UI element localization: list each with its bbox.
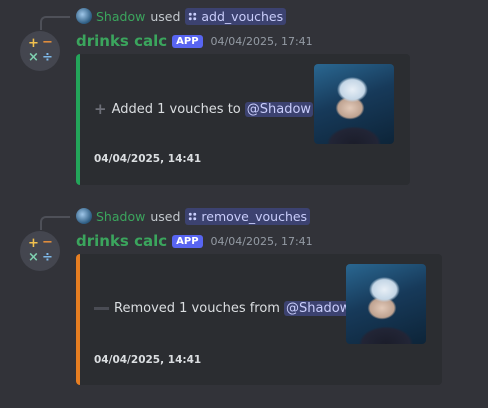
- reply-used-label: used: [150, 208, 181, 224]
- embed-card: Removed 1 vouches from @Shadow 04/04/202…: [76, 254, 442, 385]
- reply-reference[interactable]: Shadow used add_vouches: [76, 7, 287, 25]
- embed-thumbnail[interactable]: [314, 64, 394, 144]
- bot-name[interactable]: drinks calc: [76, 32, 167, 50]
- bot-avatar[interactable]: + − × ÷: [20, 31, 60, 71]
- plus-icon: +: [28, 236, 39, 251]
- reply-used-label: used: [150, 8, 181, 24]
- user-avatar-small[interactable]: [76, 8, 92, 24]
- slash-command-icon: [188, 11, 198, 21]
- embed-footer-timestamp: 04/04/2025, 14:41: [94, 153, 202, 165]
- message-header: drinks calc APP 04/04/2025, 17:41: [76, 31, 313, 51]
- bot-avatar[interactable]: + − × ÷: [20, 231, 60, 271]
- message-timestamp[interactable]: 04/04/2025, 17:41: [211, 35, 313, 48]
- times-icon: ×: [28, 250, 39, 265]
- embed-description-text: Removed 1 vouches from: [114, 301, 280, 316]
- times-icon: ×: [28, 50, 39, 65]
- reply-reference[interactable]: Shadow used remove_vouches: [76, 207, 311, 225]
- plus-icon: +: [94, 100, 107, 118]
- bot-name[interactable]: drinks calc: [76, 232, 167, 250]
- user-avatar-small[interactable]: [76, 208, 92, 224]
- user-mention[interactable]: @Shadow: [283, 301, 353, 316]
- slash-command-icon: [188, 211, 198, 221]
- message-header: drinks calc APP 04/04/2025, 17:41: [76, 231, 313, 251]
- minus-icon: −: [42, 35, 53, 50]
- embed-card: + Added 1 vouches to @Shadow 04/04/2025,…: [76, 54, 410, 185]
- plus-icon: +: [28, 36, 39, 51]
- app-badge: APP: [172, 34, 203, 48]
- command-chip[interactable]: add_vouches: [185, 7, 287, 25]
- embed-description: + Added 1 vouches to @Shadow: [94, 100, 314, 118]
- command-name: remove_vouches: [201, 208, 308, 224]
- reply-connector: [40, 16, 70, 30]
- command-chip[interactable]: remove_vouches: [185, 207, 311, 225]
- reply-connector: [40, 216, 70, 230]
- user-mention[interactable]: @Shadow: [244, 101, 314, 117]
- divide-icon: ÷: [42, 50, 53, 65]
- app-badge: APP: [172, 234, 203, 248]
- reply-username[interactable]: Shadow: [96, 209, 145, 224]
- minus-icon: −: [42, 235, 53, 250]
- reply-username[interactable]: Shadow: [96, 9, 145, 24]
- embed-footer-timestamp: 04/04/2025, 14:41: [94, 354, 202, 366]
- divide-icon: ÷: [42, 250, 53, 265]
- embed-description: Removed 1 vouches from @Shadow: [94, 301, 353, 316]
- command-name: add_vouches: [201, 8, 284, 24]
- minus-icon: [94, 307, 109, 310]
- embed-thumbnail[interactable]: [346, 264, 426, 344]
- message-timestamp[interactable]: 04/04/2025, 17:41: [211, 235, 313, 248]
- embed-description-text: Added 1 vouches to: [111, 101, 241, 117]
